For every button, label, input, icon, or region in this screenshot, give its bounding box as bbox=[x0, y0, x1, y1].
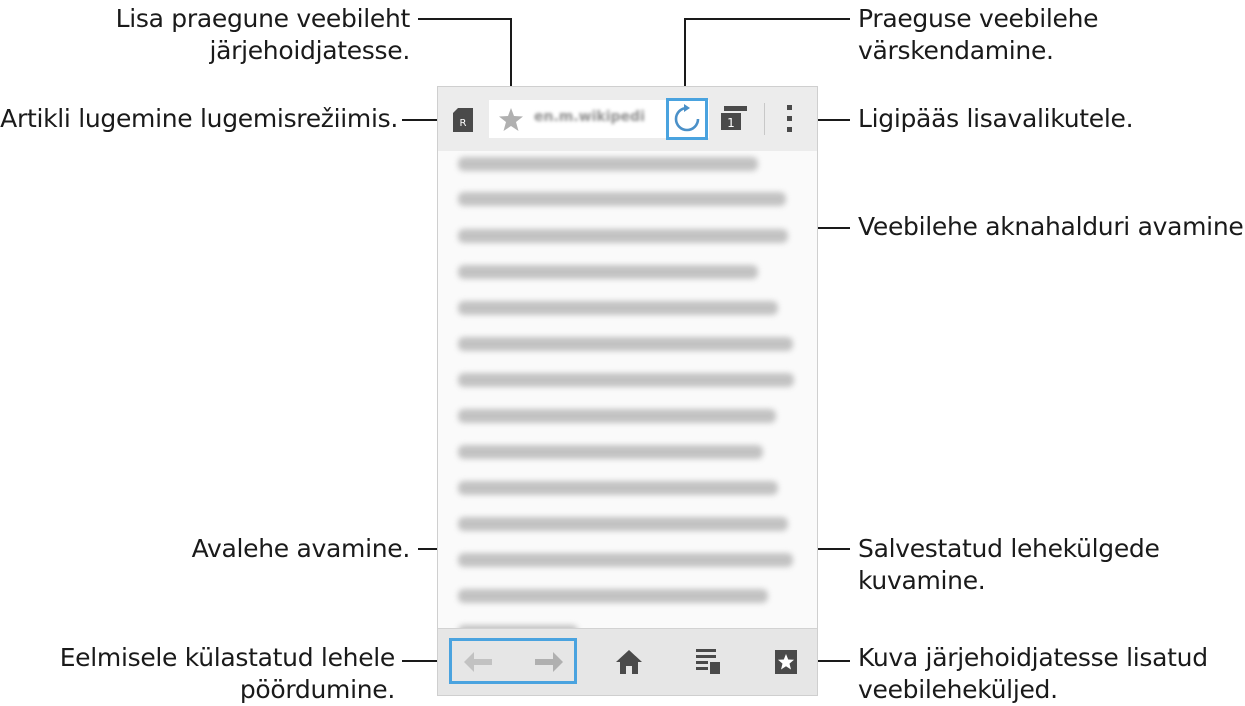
callout-bookmark-add-line1: Lisa praegune veebileht bbox=[115, 4, 411, 33]
callout-home: Avalehe avamine. bbox=[191, 534, 411, 563]
callout-saved-pages-line2: kuvamine. bbox=[858, 566, 986, 595]
callout-more-options: Ligipääs lisavalikutele. bbox=[858, 104, 1134, 133]
callout-bookmarks: Kuva järjehoidjatesse lisatud veebilehek… bbox=[858, 642, 1208, 706]
reader-mode-icon[interactable]: R bbox=[453, 108, 473, 132]
callout-window-manager: Veebilehe aknahalduri avamine. bbox=[858, 212, 1245, 241]
callout-refresh-line2: värskendamine. bbox=[858, 36, 1054, 65]
star-icon[interactable] bbox=[499, 108, 523, 131]
browser-screen: R en.m.wikipedi 1 bbox=[437, 86, 818, 696]
leader-line bbox=[418, 18, 512, 20]
leader-line bbox=[684, 18, 850, 20]
arrow-right-icon[interactable] bbox=[535, 652, 563, 672]
page-content bbox=[438, 151, 817, 680]
browser-bottom-bar bbox=[438, 628, 817, 695]
browser-toolbar: R en.m.wikipedi 1 bbox=[438, 87, 817, 152]
leader-line bbox=[684, 18, 686, 94]
window-manager-button[interactable]: 1 bbox=[721, 106, 747, 130]
callout-refresh-line1: Praeguse veebilehe bbox=[858, 4, 1099, 33]
toolbar-divider bbox=[764, 103, 765, 135]
callout-back-forward: Eelmisele külastatud lehele pöördumine. bbox=[59, 642, 396, 706]
callout-saved-pages-line1: Salvestatud lehekülgede bbox=[858, 534, 1160, 563]
saved-pages-icon[interactable] bbox=[696, 649, 720, 675]
arrow-left-icon[interactable] bbox=[464, 652, 492, 672]
callout-refresh: Praeguse veebilehe värskendamine. bbox=[858, 3, 1099, 67]
window-count: 1 bbox=[727, 116, 735, 130]
refresh-button[interactable] bbox=[666, 98, 708, 140]
bookmarks-icon[interactable] bbox=[775, 650, 797, 674]
callout-saved-pages: Salvestatud lehekülgede kuvamine. bbox=[858, 533, 1160, 597]
callout-back-forward-line2: pöördumine. bbox=[239, 675, 395, 704]
callout-bookmarks-line1: Kuva järjehoidjatesse lisatud bbox=[858, 643, 1208, 672]
reader-badge: R bbox=[460, 118, 467, 129]
home-icon[interactable] bbox=[616, 650, 642, 674]
callout-bookmark-add: Lisa praegune veebileht järjehoidjatesse… bbox=[115, 3, 411, 67]
window-manager-icon: 1 bbox=[721, 106, 747, 130]
callout-reader-mode: Artikli lugemine lugemisrežiimis. bbox=[0, 104, 398, 133]
more-options-icon[interactable] bbox=[787, 105, 793, 133]
callout-bookmarks-line2: veebileheküljed. bbox=[858, 675, 1058, 704]
callout-bookmark-add-line2: järjehoidjatesse. bbox=[209, 36, 410, 65]
callout-back-forward-line1: Eelmisele külastatud lehele bbox=[59, 643, 396, 672]
url-text: en.m.wikipedi bbox=[534, 109, 645, 125]
refresh-icon bbox=[674, 104, 700, 132]
